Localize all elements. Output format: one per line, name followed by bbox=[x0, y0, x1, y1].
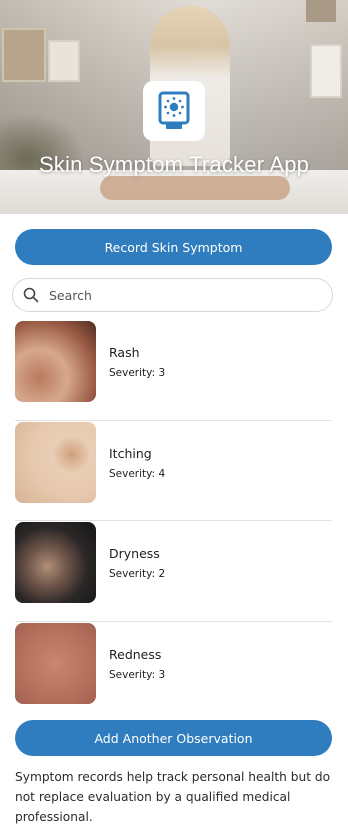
search-bar[interactable] bbox=[12, 278, 333, 312]
patient-figure bbox=[100, 176, 290, 200]
add-observation-button[interactable]: Add Another Observation bbox=[15, 720, 332, 756]
wall-frame bbox=[306, 0, 336, 22]
app-logo bbox=[143, 81, 205, 141]
sunscreen-tube-icon bbox=[158, 91, 190, 129]
symptom-severity: Severity: 3 bbox=[109, 668, 166, 681]
symptom-thumbnail bbox=[15, 321, 96, 402]
symptom-name: Redness bbox=[109, 646, 162, 662]
wall-frame bbox=[310, 44, 342, 98]
search-input[interactable] bbox=[47, 286, 311, 304]
app-title: Skin Symptom Tracker App bbox=[38, 152, 310, 177]
symptom-severity: Severity: 4 bbox=[109, 467, 166, 480]
symptom-severity: Severity: 2 bbox=[109, 568, 166, 580]
symptom-item-itching[interactable]: Itching Severity: 4 bbox=[15, 421, 332, 521]
symptom-name: Itching bbox=[109, 445, 152, 461]
symptom-item-redness[interactable]: Redness Severity: 3 bbox=[15, 622, 332, 723]
symptom-name: Rash bbox=[109, 345, 140, 360]
hero-banner: Skin Symptom Tracker App bbox=[0, 0, 348, 214]
wall-frame bbox=[48, 40, 80, 82]
wall-frame bbox=[2, 28, 46, 82]
symptom-item-dryness[interactable]: Dryness Severity: 2 bbox=[15, 521, 332, 622]
symptom-thumbnail bbox=[15, 622, 96, 704]
symptom-list: Rash Severity: 3 Itching Severity: 4 Dry… bbox=[15, 320, 332, 722]
symptom-name: Dryness bbox=[109, 546, 160, 561]
symptom-item-rash[interactable]: Rash Severity: 3 bbox=[15, 320, 332, 421]
record-symptom-button[interactable]: Record Skin Symptom bbox=[15, 229, 332, 265]
symptom-severity: Severity: 3 bbox=[109, 367, 166, 379]
medical-disclaimer: Symptom records help track personal heal… bbox=[15, 770, 331, 824]
symptom-thumbnail bbox=[15, 522, 96, 603]
search-icon bbox=[23, 287, 39, 303]
symptom-thumbnail bbox=[15, 421, 96, 503]
